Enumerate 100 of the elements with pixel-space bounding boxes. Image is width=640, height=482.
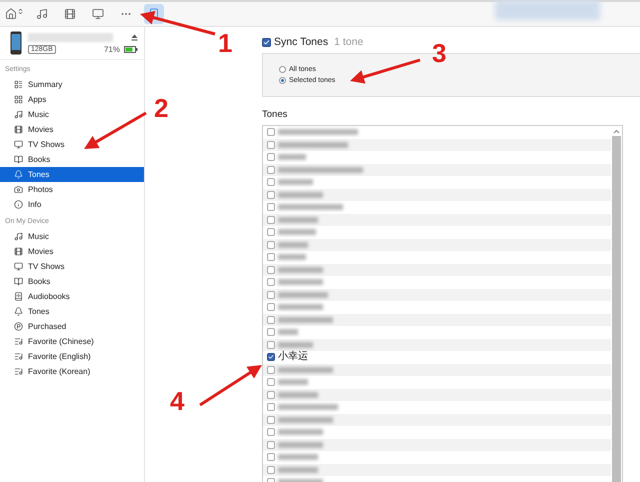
tone-checkbox[interactable] <box>267 416 275 424</box>
blurred-tone-name <box>278 279 323 286</box>
radio-button[interactable] <box>279 77 286 84</box>
tone-checkbox[interactable] <box>267 166 275 174</box>
sidebar-item[interactable]: Music <box>0 107 144 122</box>
updown-icon <box>16 8 24 15</box>
monitor-icon <box>14 262 23 271</box>
sync-checkbox[interactable] <box>262 38 271 46</box>
sidebar-item[interactable]: Books <box>0 274 144 289</box>
tone-checkbox[interactable] <box>267 253 275 262</box>
blurred-tone-name <box>278 204 343 210</box>
sidebar-item[interactable]: Summary <box>0 77 144 92</box>
film-icon <box>14 247 23 256</box>
blurred-tone-name <box>278 442 323 448</box>
sidebar-item[interactable]: Movies <box>0 122 144 137</box>
tone-checkbox[interactable] <box>267 190 275 199</box>
blurred-tone-name <box>278 179 313 186</box>
tone-checkbox[interactable] <box>267 428 275 436</box>
blurred-tone-name <box>278 292 328 298</box>
film-icon <box>14 125 23 134</box>
pointer-arrow <box>199 365 262 406</box>
circled-p-icon <box>14 322 23 331</box>
tone-checkbox[interactable] <box>267 128 275 136</box>
pointer-arrow <box>84 112 147 149</box>
phone-icon <box>10 31 22 55</box>
blurred-tone-name <box>278 266 323 273</box>
tone-checkbox[interactable] <box>267 278 275 286</box>
tone-checkbox[interactable] <box>267 403 275 412</box>
tone-checkbox[interactable] <box>267 203 275 212</box>
tone-checkbox[interactable] <box>267 378 275 386</box>
monitor-icon <box>14 140 23 149</box>
tone-checkbox[interactable] <box>267 290 275 299</box>
sidebar-item[interactable]: Info <box>0 197 144 212</box>
tone-checkbox[interactable] <box>267 140 275 149</box>
blurred-tone-name <box>278 304 323 310</box>
tone-checkbox[interactable] <box>267 228 275 236</box>
music-note-icon <box>14 110 23 119</box>
blurred-tone-name <box>278 229 316 236</box>
sidebar-item[interactable]: Favorite (Korean) <box>0 364 144 379</box>
tone-checkbox[interactable] <box>267 453 275 462</box>
tone-checkbox[interactable] <box>267 153 275 162</box>
tone-name: 小幸运 <box>278 352 308 362</box>
blurred-tone-name <box>278 329 298 336</box>
blurred-tone-name <box>278 454 318 460</box>
tone-checkbox[interactable] <box>267 266 275 274</box>
sidebar-item[interactable]: Movies <box>0 244 144 259</box>
sidebar-item[interactable]: Tones <box>0 304 144 319</box>
sidebar-item[interactable]: TV Shows <box>0 137 144 152</box>
tone-checkbox[interactable] <box>267 440 275 449</box>
sidebar-item[interactable]: Audiobooks <box>0 289 144 304</box>
pointer-arrow <box>350 58 420 84</box>
radio-button[interactable] <box>279 66 286 73</box>
sidebar-item[interactable]: Favorite (Chinese) <box>0 334 144 349</box>
playlist-icon <box>14 367 23 376</box>
blurred-tone-name <box>278 142 348 148</box>
grid-icon <box>14 95 23 104</box>
scroll-up-icon[interactable] <box>613 129 620 134</box>
tone-checkbox[interactable] <box>267 390 275 399</box>
blurred-tone-name <box>278 429 323 436</box>
blurred-tone-name <box>278 192 323 198</box>
tone-checkbox[interactable] <box>267 303 275 312</box>
tone-checkbox[interactable] <box>267 366 275 374</box>
tone-checkbox[interactable] <box>267 240 275 249</box>
playlist-icon <box>14 352 23 361</box>
sync-label: Sync Tones <box>274 36 328 48</box>
sidebar-item[interactable]: Purchased <box>0 319 144 334</box>
eject-icon[interactable] <box>131 34 138 40</box>
blurred-tone-name <box>278 404 338 410</box>
blurred-tone-name <box>278 154 306 160</box>
blurred-tone-name <box>278 366 333 373</box>
tone-checkbox[interactable] <box>267 328 275 336</box>
tone-checkbox[interactable] <box>267 316 275 324</box>
camera-icon <box>14 185 23 194</box>
tones-heading: Tones <box>262 109 288 120</box>
sidebar-item[interactable]: Music <box>0 229 144 244</box>
sidebar-item[interactable]: Books <box>0 152 144 167</box>
tone-checkbox[interactable] <box>267 216 275 224</box>
sidebar-item[interactable]: Apps <box>0 92 144 107</box>
sidebar-item[interactable]: Photos <box>0 182 144 197</box>
film-icon <box>64 8 76 20</box>
blurred-tone-name <box>278 316 333 323</box>
blurred-tone-name <box>278 466 318 473</box>
music-note-icon <box>36 8 48 20</box>
tone-checkbox[interactable] <box>267 466 275 474</box>
tone-checkbox[interactable] <box>267 178 275 186</box>
list-icon <box>14 80 23 89</box>
monitor-icon <box>92 8 104 20</box>
blurred-tone-name <box>278 416 333 423</box>
sidebar-item[interactable]: Tones <box>0 167 144 182</box>
blurred-tone-name <box>278 242 308 248</box>
sidebar-item[interactable]: TV Shows <box>0 259 144 274</box>
annotation-number: 1 <box>218 30 232 56</box>
blurred-tone-name <box>278 379 308 386</box>
tone-checkbox[interactable] <box>267 353 275 362</box>
scroll-thumb[interactable] <box>612 136 621 482</box>
playlist-icon <box>14 337 23 346</box>
tone-checkbox[interactable] <box>267 340 275 349</box>
annotation-number: 3 <box>432 40 446 66</box>
sidebar-item[interactable]: Favorite (English) <box>0 349 144 364</box>
blurred-tone-name <box>278 216 318 223</box>
